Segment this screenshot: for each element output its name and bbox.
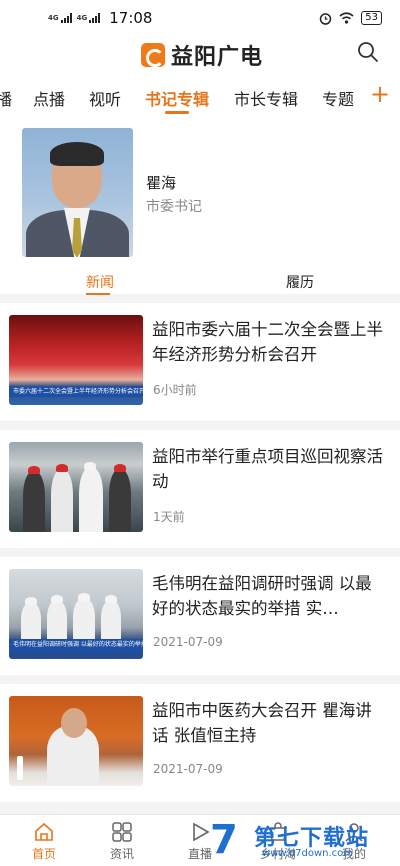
thumbnail-caption: 市委六届十二次全会暨上半年经济形势分析会召开 [9, 386, 143, 397]
news-time: 2021-07-09 [153, 635, 223, 649]
news-item[interactable]: 市委六届十二次全会暨上半年经济形势分析会召开 益阳市委六届十二次全会暨上半年经济… [0, 303, 400, 421]
tab-resume[interactable]: 履历 [286, 272, 314, 292]
tab-media[interactable]: 视听 [89, 86, 121, 110]
news-item[interactable]: 毛伟明在益阳调研时强调 以最好的状态最实的举措 毛伟明在益阳调研时强调 以最好的… [0, 557, 400, 675]
sub-tab-indicator [86, 293, 110, 295]
nav-home-label: 首页 [31, 847, 56, 861]
tab-mayor-album[interactable]: 市长专辑 [234, 86, 298, 110]
watermark-url: www.d7down.com [262, 848, 354, 859]
news-item[interactable]: 益阳市举行重点项目巡回视察活动 1天前 [0, 430, 400, 548]
app-logo: 益阳广电 [141, 39, 263, 71]
tab-on-demand[interactable]: 点播 [33, 86, 65, 110]
signal-icon-2 [89, 13, 101, 23]
logo-icon [141, 43, 165, 67]
network-label: 4G [48, 14, 59, 22]
battery-icon: 53 [361, 11, 382, 25]
nav-news[interactable]: 资讯 [92, 821, 152, 862]
thumbnail-caption: 毛伟明在益阳调研时强调 以最好的状态最实的举措 [9, 639, 143, 653]
news-time: 2021-07-09 [153, 762, 223, 776]
tab-news[interactable]: 新闻 [86, 272, 114, 292]
app-name: 益阳广电 [171, 45, 264, 70]
news-item[interactable]: 益阳市中医药大会召开 瞿海讲话 张值恒主持 2021-07-09 [0, 684, 400, 802]
wifi-icon [339, 12, 354, 24]
news-time: 1天前 [153, 510, 185, 524]
news-thumbnail: 市委六届十二次全会暨上半年经济形势分析会召开 [9, 315, 143, 405]
nav-news-label: 资讯 [109, 847, 134, 861]
tab-secretary-album[interactable]: 书记专辑 [145, 86, 209, 110]
search-icon[interactable] [356, 40, 380, 64]
profile-card: 瞿海 市委书记 新闻 履历 [0, 118, 400, 295]
profile-photo [22, 128, 133, 257]
app-header: 益阳广电 [0, 36, 400, 76]
home-icon [35, 822, 53, 841]
tab-live-partial[interactable]: 播 [0, 86, 12, 110]
profile-title: 市委书记 [146, 199, 202, 215]
site-watermark: 7 第七下载站 www.d7down.com [202, 816, 392, 864]
nav-home[interactable]: 首页 [14, 821, 74, 862]
grid-icon [112, 822, 132, 842]
add-channel-button[interactable]: + [370, 82, 390, 106]
status-bar: 4G 4G 17:08 53 [0, 0, 400, 36]
tab-special-topics[interactable]: 专题 [322, 86, 354, 110]
news-title: 毛伟明在益阳调研时强调 以最好的状态最实的举措 实… [152, 574, 372, 618]
news-thumbnail: 毛伟明在益阳调研时强调 以最好的状态最实的举措 [9, 569, 143, 659]
news-title: 益阳市委六届十二次全会暨上半年经济形势分析会召开 [152, 320, 383, 364]
channel-tabs: 播 点播 视听 书记专辑 市长专辑 专题 + [0, 76, 400, 118]
active-tab-indicator [165, 111, 189, 114]
news-time: 6小时前 [153, 383, 197, 397]
network-label-2: 4G [76, 14, 88, 22]
profile-name: 瞿海 [146, 174, 177, 192]
signal-icon [60, 13, 72, 23]
watermark-logo: 7 [210, 817, 238, 863]
news-title: 益阳市中医药大会召开 瞿海讲话 张值恒主持 [152, 701, 372, 745]
news-thumbnail [9, 442, 143, 532]
alarm-icon [320, 12, 332, 25]
news-title: 益阳市举行重点项目巡回视察活动 [152, 447, 383, 491]
clock: 17:08 [109, 9, 153, 27]
news-thumbnail [9, 696, 143, 786]
